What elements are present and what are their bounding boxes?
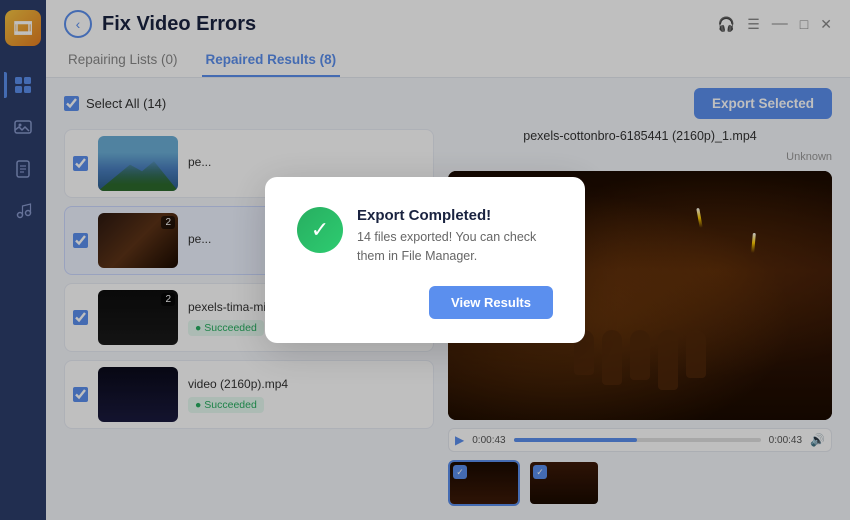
modal-title: Export Completed! [357,207,553,224]
export-completed-modal: ✓ Export Completed! 14 files exported! Y… [265,177,585,343]
modal-description: 14 files exported! You can check them in… [357,228,553,266]
modal-success-icon: ✓ [297,207,343,253]
modal-overlay: ✓ Export Completed! 14 files exported! Y… [0,0,850,520]
view-results-button[interactable]: View Results [429,286,553,319]
